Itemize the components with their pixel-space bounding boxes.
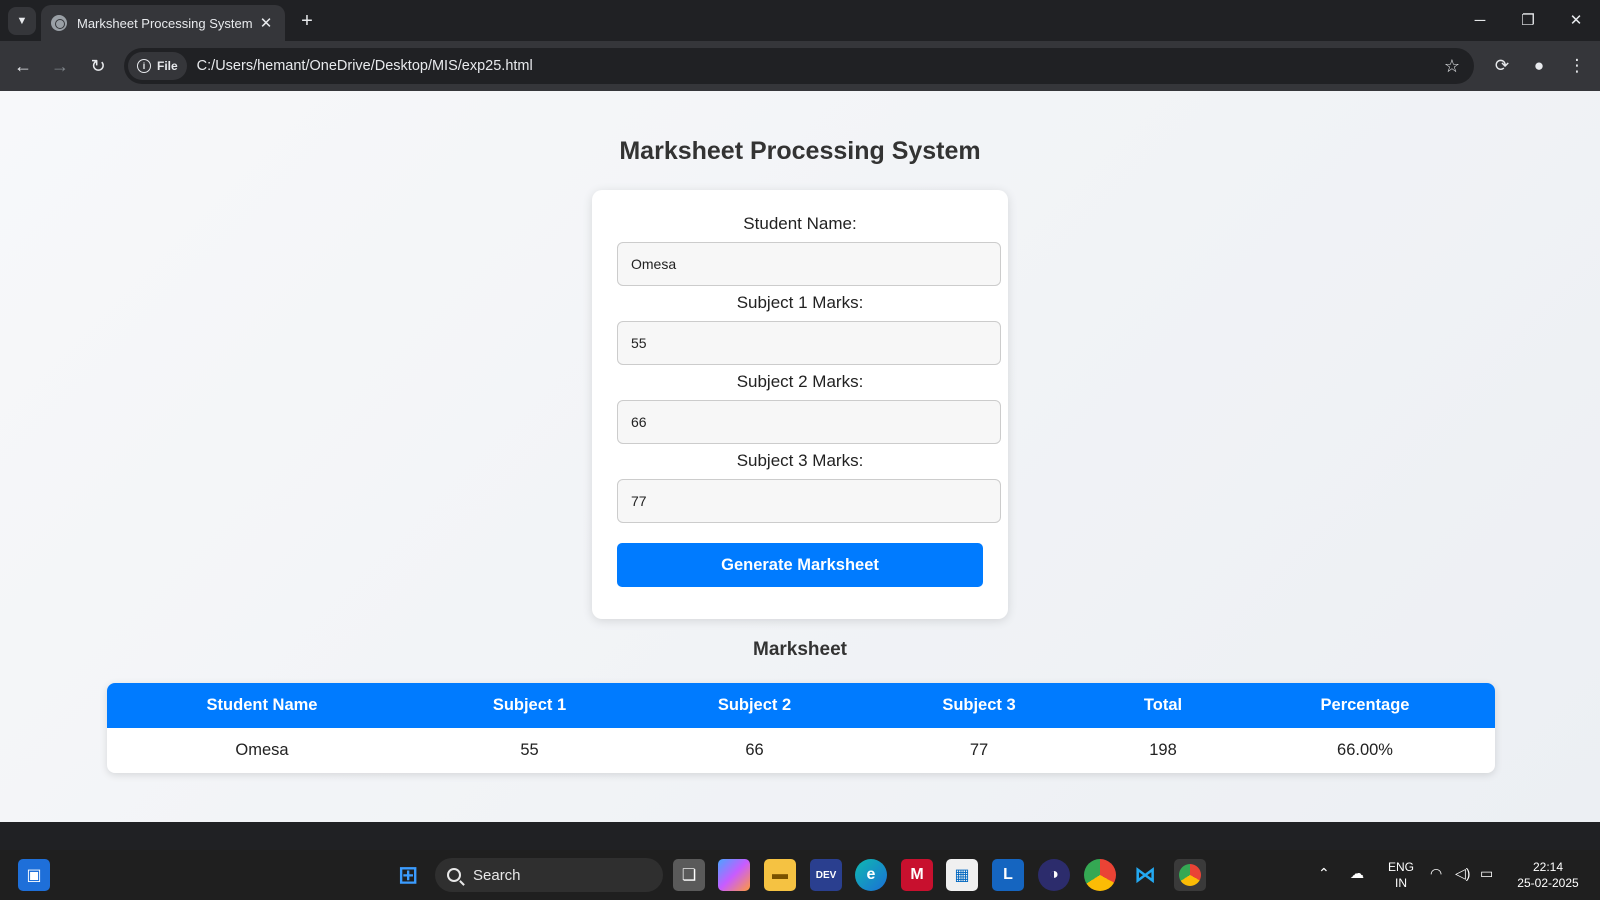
l-app-icon[interactable]: L [992,859,1024,891]
close-tab-icon[interactable]: ✕ [257,14,275,32]
taskbar: ▣ ⊞ Search ❏ ▬ DEV e M ▦ L ◑ ⋈ ⌃ ☁ ENG I… [0,850,1600,900]
clock-date: 25-02-2025 [1517,876,1579,890]
student-name-input[interactable] [617,242,1001,286]
globe-icon [51,15,67,31]
chrome-active-icon[interactable] [1174,859,1206,891]
file-explorer-icon[interactable]: ▬ [764,859,796,891]
new-tab-button[interactable]: + [294,8,320,34]
reload-icon[interactable]: ↻ [84,52,112,80]
subject2-label: Subject 2 Marks: [736,372,864,391]
wifi-icon[interactable]: ◠ [1430,865,1442,882]
student-name-label: Student Name: [743,214,857,233]
table-row: Omesa 55 66 77 198 66.00% [107,728,1495,773]
browser-toolbar: ← → ↻ i File C:/Users/hemant/OneDrive/De… [0,41,1600,91]
clock-time: 22:14 [1532,860,1564,874]
subject1-input[interactable] [617,321,1001,365]
subject3-input[interactable] [617,479,1001,523]
profile-icon[interactable]: ● [1525,52,1553,80]
volume-icon[interactable]: ◁) [1455,865,1470,882]
lang-bottom: IN [1395,876,1407,890]
extensions-icon[interactable]: ⟳ [1488,52,1516,80]
info-icon: i [137,59,151,73]
language-indicator[interactable]: ENG IN [1384,859,1418,891]
tab-strip: ▼ Marksheet Processing System ✕ + ─ ❐ ✕ [0,0,1600,41]
header-subject-3: Subject 3 [942,696,1016,714]
header-student-name: Student Name [206,696,318,714]
cell-student-name: Omesa [235,741,289,759]
task-view-icon[interactable]: ❏ [673,859,705,891]
url-text[interactable]: C:/Users/hemant/OneDrive/Desktop/MIS/exp… [197,58,1444,74]
subject2-input[interactable] [617,400,1001,444]
tab-search-button[interactable]: ▼ [8,7,36,35]
vscode-icon[interactable]: ⋈ [1129,859,1161,891]
generate-marksheet-button[interactable]: Generate Marksheet [617,543,983,587]
cell-subject-2: 66 [745,741,764,759]
copilot-icon[interactable] [718,859,750,891]
menu-kebab-icon[interactable]: ⋮ [1563,52,1591,80]
taskbar-search-label: Search [473,866,521,884]
marksheet-title: Marksheet [753,639,847,660]
chrome-profile-icon[interactable] [1084,859,1116,891]
cell-subject-1: 55 [520,741,539,759]
forward-arrow-icon[interactable]: → [46,52,74,80]
subject3-label: Subject 3 Marks: [736,451,864,470]
minimize-icon[interactable]: ─ [1465,6,1495,34]
search-icon [447,868,461,882]
widgets-icon[interactable]: ▣ [18,859,50,891]
address-bar[interactable]: i File C:/Users/hemant/OneDrive/Desktop/… [124,48,1474,84]
taskbar-search-box[interactable]: Search [435,858,663,892]
cell-total: 198 [1149,741,1177,759]
mcafee-icon[interactable]: M [901,859,933,891]
browser-tab[interactable]: Marksheet Processing System ✕ [41,5,285,41]
header-percentage: Percentage [1320,696,1410,714]
header-subject-2: Subject 2 [717,696,792,714]
eclipse-icon[interactable]: ◑ [1038,859,1070,891]
bookmark-star-icon[interactable]: ☆ [1444,56,1460,77]
windows-start-icon[interactable]: ⊞ [392,859,424,891]
site-chip-label: File [157,59,178,73]
devhome-icon[interactable]: DEV [810,859,842,891]
restore-icon[interactable]: ❐ [1513,6,1543,34]
marksheet-table: Student Name Subject 1 Subject 2 Subject… [107,683,1495,773]
lang-top: ENG [1387,860,1414,874]
onedrive-icon[interactable]: ☁ [1350,865,1364,882]
clock[interactable]: 22:14 25-02-2025 [1508,859,1588,891]
table-header-row: Student Name Subject 1 Subject 2 Subject… [107,683,1495,728]
header-subject-1: Subject 1 [492,696,567,714]
tab-title: Marksheet Processing System [77,15,253,31]
cell-subject-3: 77 [969,741,989,759]
back-arrow-icon[interactable]: ← [9,52,37,80]
marks-form-card: Student Name: Subject 1 Marks: Subject 2… [592,190,1008,619]
page-title: Marksheet Processing System [619,137,981,165]
tray-chevron-up-icon[interactable]: ⌃ [1318,865,1330,882]
edge-browser-icon[interactable]: e [855,859,887,891]
close-window-icon[interactable]: ✕ [1561,6,1591,34]
site-info-chip[interactable]: i File [128,52,187,80]
battery-icon[interactable]: ▭ [1480,865,1493,882]
store-icon[interactable]: ▦ [946,859,978,891]
page-content: Marksheet Processing System Student Name… [0,91,1600,822]
header-total: Total [1143,696,1183,714]
subject1-label: Subject 1 Marks: [736,293,864,312]
cell-percentage: 66.00% [1337,741,1393,759]
chevron-down-icon: ▼ [16,15,28,27]
